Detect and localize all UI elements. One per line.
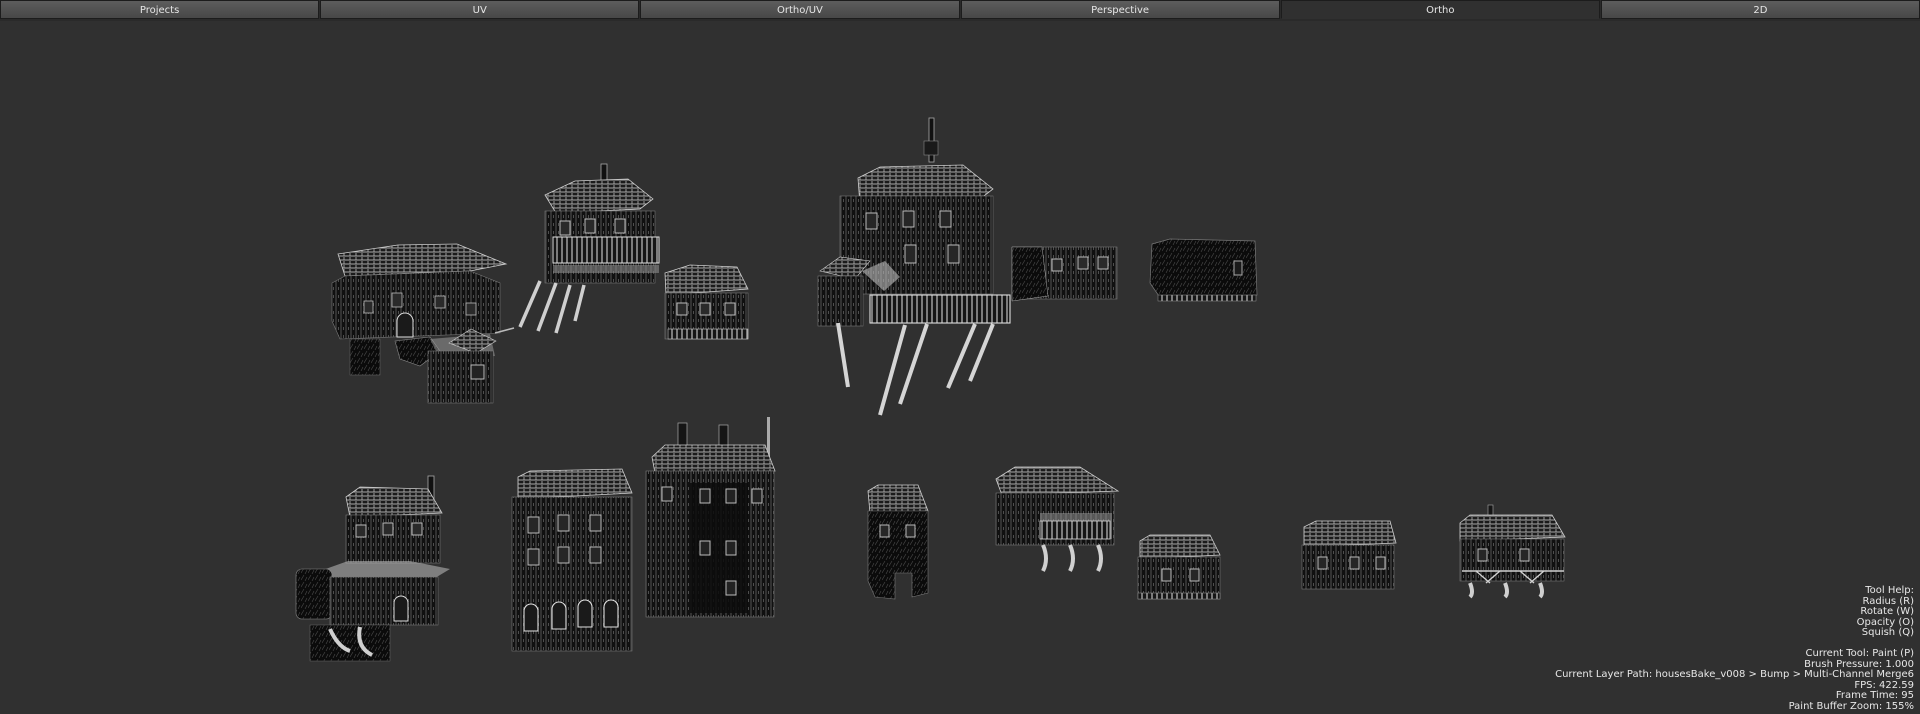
house-model[interactable]	[1149, 238, 1258, 302]
tool-help-squish: Squish (Q)	[1861, 627, 1914, 638]
layer-path-readout: Current Layer Path: housesBake_v008 > Bu…	[1555, 669, 1914, 680]
tab-ortho-uv[interactable]: Ortho/UV	[640, 0, 960, 19]
house-model[interactable]	[1137, 534, 1221, 600]
tool-help-row: Tool Help: Radius (R) Rotate (W) Opacity…	[1555, 576, 1914, 650]
house-model[interactable]	[645, 417, 776, 618]
house-model[interactable]	[331, 243, 508, 404]
house-model[interactable]	[1301, 520, 1397, 590]
tab-perspective[interactable]: Perspective	[960, 0, 1280, 19]
tab-uv[interactable]: UV	[320, 0, 640, 19]
tab-projects[interactable]: Projects	[0, 0, 320, 19]
tool-help-radius: Radius (R)	[1862, 595, 1914, 607]
tool-help-opacity: Opacity (O)	[1856, 616, 1914, 628]
tool-help-rotate: Rotate (W)	[1860, 606, 1914, 617]
viewport-hud: Tool Help: Radius (R) Rotate (W) Opacity…	[1555, 576, 1914, 713]
current-tool-readout: Current Tool: Paint (P)	[1805, 648, 1914, 659]
view-tab-bar: Projects UV Ortho/UV Perspective Ortho 2…	[0, 0, 1920, 21]
house-model[interactable]	[494, 163, 660, 334]
tab-ortho[interactable]: Ortho	[1280, 0, 1600, 19]
house-model[interactable]	[295, 475, 450, 662]
house-model[interactable]	[511, 468, 633, 652]
house-model[interactable]	[867, 484, 929, 600]
tool-help-label: Tool Help:	[1865, 585, 1914, 596]
frame-time-readout: Frame Time: 95	[1835, 690, 1914, 701]
house-model[interactable]	[664, 264, 749, 340]
house-model[interactable]	[995, 466, 1120, 572]
tab-2d[interactable]: 2D	[1600, 0, 1920, 19]
house-model[interactable]	[1459, 504, 1566, 599]
house-model[interactable]	[817, 117, 1118, 416]
paint-buffer-zoom-readout: Paint Buffer Zoom: 155%	[1788, 700, 1914, 712]
